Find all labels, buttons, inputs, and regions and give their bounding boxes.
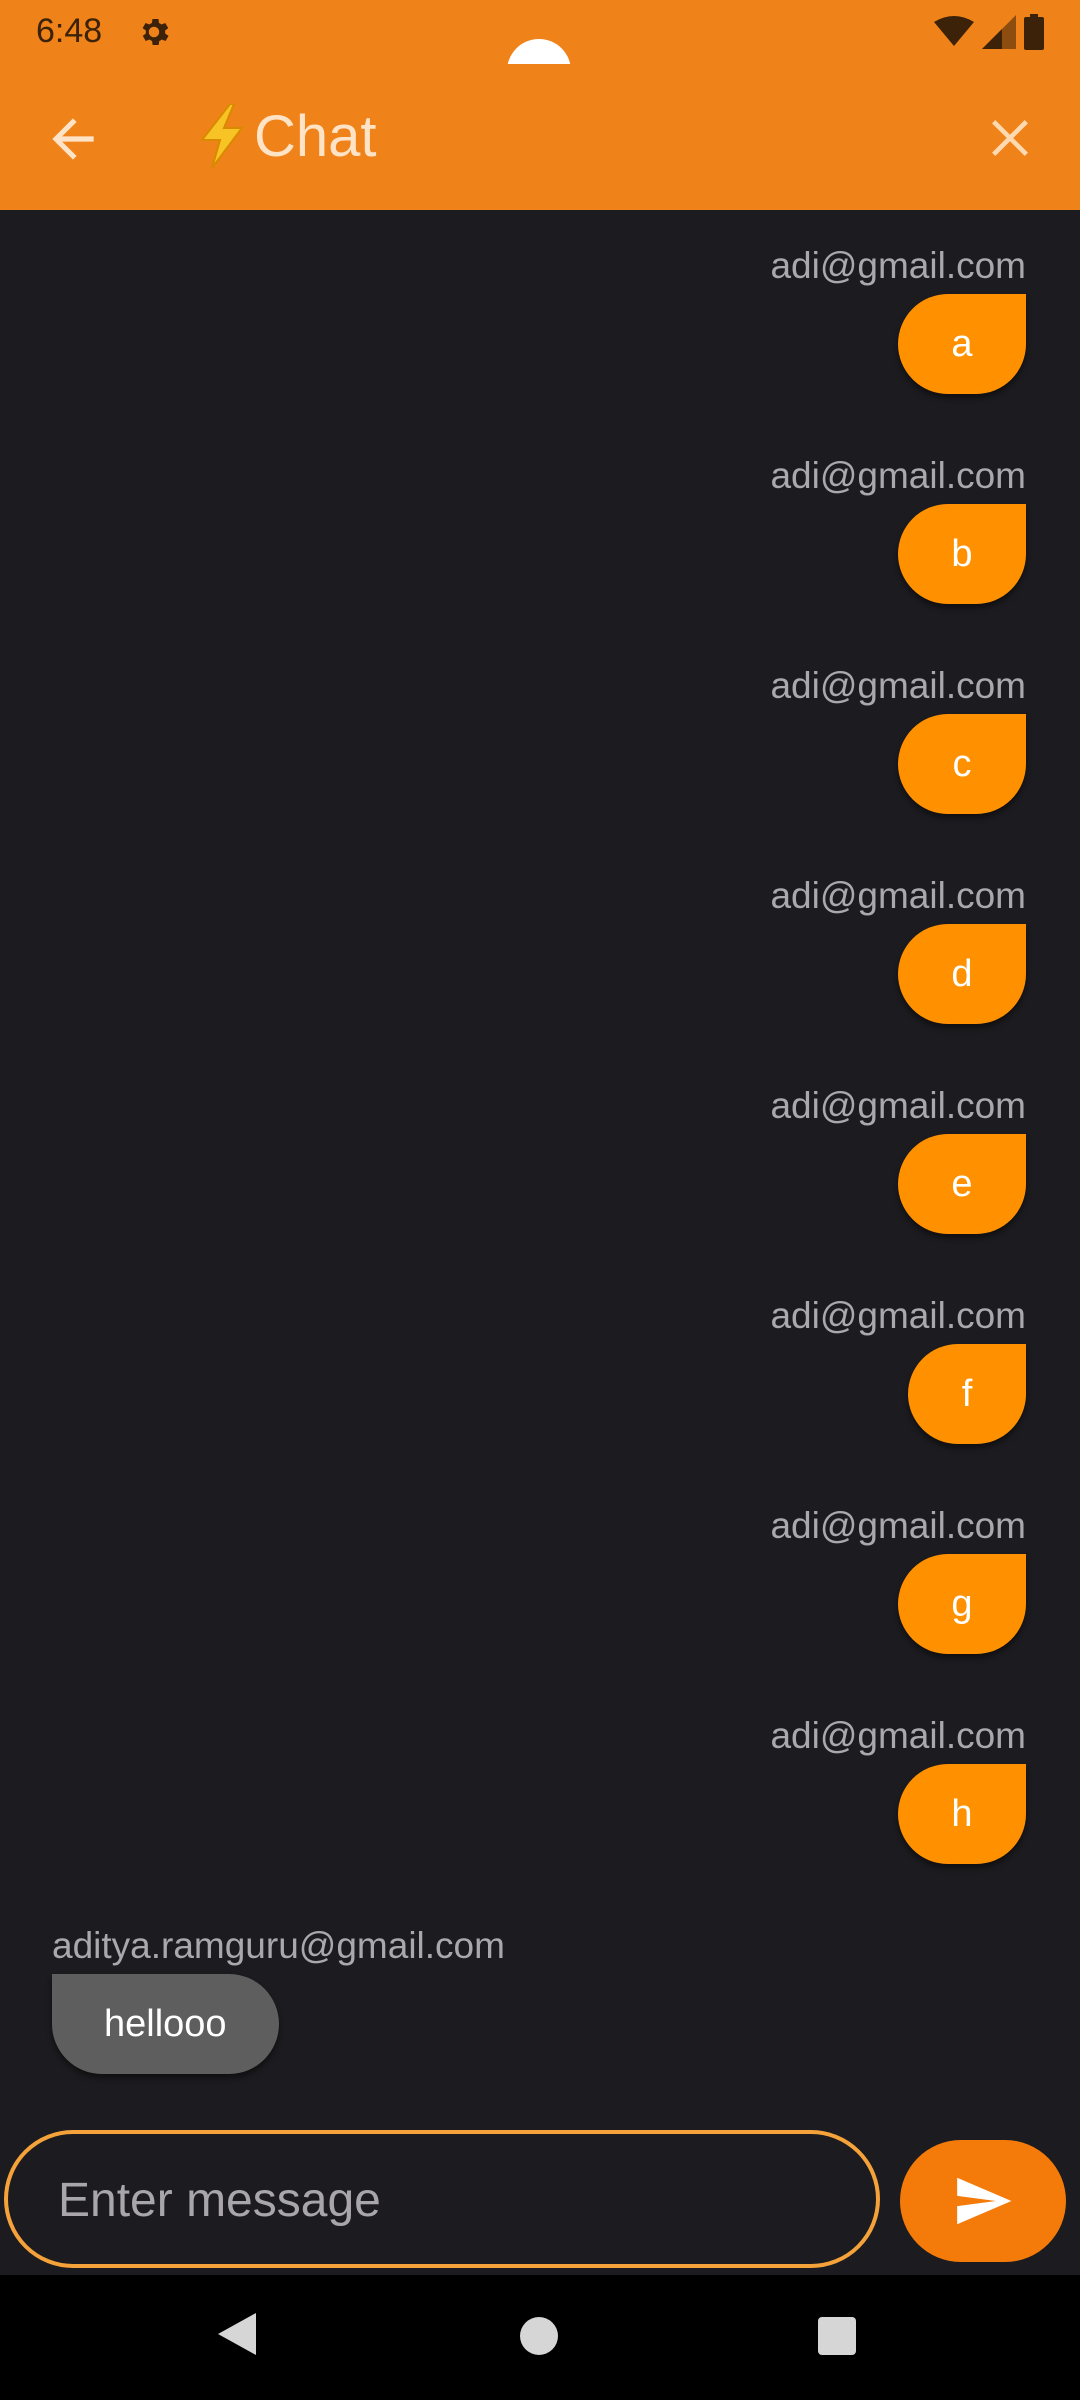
nav-recents-icon[interactable] — [818, 2317, 856, 2355]
message-bubble[interactable]: c — [898, 714, 1026, 814]
send-icon — [957, 2177, 1012, 2225]
message-input-container — [4, 2130, 880, 2268]
message-input[interactable] — [56, 2154, 840, 2246]
message-item: adi@gmail.com b — [426, 454, 1026, 604]
back-arrow-icon[interactable] — [42, 108, 104, 170]
message-sender: adi@gmail.com — [770, 1505, 1026, 1546]
nav-back-icon[interactable] — [216, 2311, 258, 2357]
page-title: Chat — [254, 103, 377, 169]
message-bubble[interactable]: h — [898, 1764, 1026, 1864]
close-icon[interactable] — [982, 110, 1038, 166]
message-bubble[interactable]: a — [898, 294, 1026, 394]
message-bubble[interactable]: e — [898, 1134, 1026, 1234]
nav-home-icon[interactable] — [520, 2317, 558, 2355]
message-sender: adi@gmail.com — [770, 1715, 1026, 1756]
message-item: adi@gmail.com g — [426, 1504, 1026, 1654]
message-bubble[interactable]: hellooo — [52, 1974, 279, 2074]
app-title: Chat — [196, 98, 377, 174]
message-item: adi@gmail.com e — [426, 1084, 1026, 1234]
system-nav-bar — [0, 2275, 1080, 2400]
message-bubble[interactable]: b — [898, 504, 1026, 604]
message-item: adi@gmail.com f — [426, 1294, 1026, 1444]
settings-gear-icon — [142, 18, 169, 46]
message-item: adi@gmail.com h — [426, 1714, 1026, 1864]
message-sender: adi@gmail.com — [770, 1085, 1026, 1126]
message-item: adi@gmail.com d — [426, 874, 1026, 1024]
wifi-icon — [934, 16, 974, 46]
message-item: adi@gmail.com a — [426, 244, 1026, 394]
message-sender: adi@gmail.com — [770, 875, 1026, 916]
message-item: adi@gmail.com c — [426, 664, 1026, 814]
cell-signal-icon — [982, 15, 1016, 49]
message-sender: adi@gmail.com — [770, 1295, 1026, 1336]
message-bubble[interactable]: g — [898, 1554, 1026, 1654]
message-bubble[interactable]: f — [908, 1344, 1026, 1444]
lightning-bolt-icon — [199, 104, 244, 168]
message-sender: adi@gmail.com — [770, 665, 1026, 706]
message-item: aditya.ramguru@gmail.com hellooo — [52, 1924, 752, 2074]
status-icons — [934, 14, 1044, 50]
message-sender: adi@gmail.com — [770, 245, 1026, 286]
send-button[interactable] — [900, 2140, 1066, 2262]
battery-icon — [1024, 14, 1044, 50]
message-sender: adi@gmail.com — [770, 455, 1026, 496]
message-bubble[interactable]: d — [898, 924, 1026, 1024]
app-bar: Chat — [0, 64, 1080, 210]
status-time: 6:48 — [36, 12, 103, 50]
message-sender: aditya.ramguru@gmail.com — [52, 1925, 505, 1966]
